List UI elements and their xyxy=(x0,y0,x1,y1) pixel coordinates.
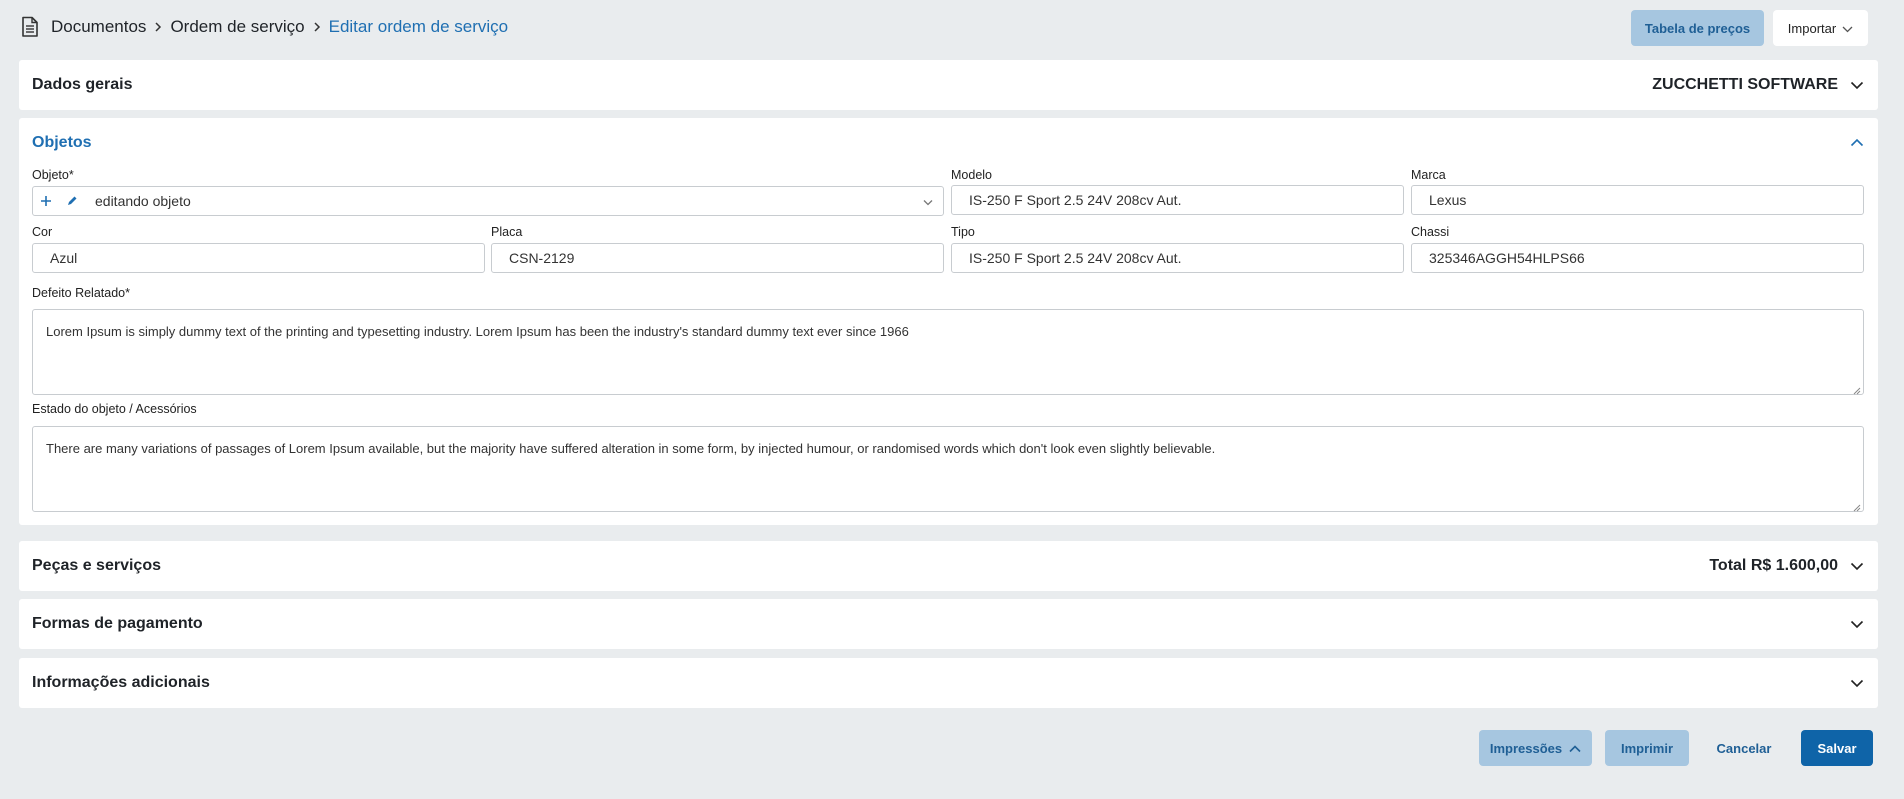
print-button[interactable]: Imprimir xyxy=(1605,730,1689,766)
placa-label: Placa xyxy=(491,225,523,239)
breadcrumb-current: Editar ordem de serviço xyxy=(328,17,509,36)
chevron-down-icon[interactable] xyxy=(1850,617,1864,631)
estado-text: There are many variations of passages of… xyxy=(46,441,1216,456)
total-value: Total R$ 1.600,00 xyxy=(1709,557,1838,574)
section-header-formas-pagamento[interactable]: Formas de pagamento xyxy=(19,599,1878,649)
cor-field[interactable]: Azul xyxy=(32,243,485,273)
tipo-field[interactable]: IS-250 F Sport 2.5 24V 208cv Aut. xyxy=(951,243,1404,273)
estado-textarea[interactable]: There are many variations of passages of… xyxy=(32,426,1864,512)
defeito-label: Defeito Relatado* xyxy=(32,286,130,300)
section-title: Informações adicionais xyxy=(32,674,210,691)
defeito-textarea[interactable]: Lorem Ipsum is simply dummy text of the … xyxy=(32,309,1864,395)
section-header-objetos[interactable]: Objetos xyxy=(19,118,1878,168)
section-header-informacoes-adicionais[interactable]: Informações adicionais xyxy=(19,658,1878,708)
company-name: ZUCCHETTI SOFTWARE xyxy=(1652,76,1838,93)
chevron-down-icon[interactable] xyxy=(1850,676,1864,690)
import-button[interactable]: Importar xyxy=(1773,10,1868,46)
marca-field[interactable]: Lexus xyxy=(1411,185,1864,215)
breadcrumb-item-documentos[interactable]: Documentos xyxy=(51,17,146,37)
plus-icon[interactable] xyxy=(33,187,59,215)
save-button[interactable]: Salvar xyxy=(1801,730,1873,766)
section-informacoes-adicionais: Informações adicionais xyxy=(19,658,1878,708)
chevron-up-icon xyxy=(1569,741,1581,756)
prints-button[interactable]: Impressões xyxy=(1479,730,1592,766)
cor-label: Cor xyxy=(32,225,53,239)
marca-label: Marca xyxy=(1411,168,1446,182)
objeto-label: Objeto* xyxy=(32,168,74,182)
section-title: Formas de pagamento xyxy=(32,615,203,632)
chevron-down-icon[interactable] xyxy=(1850,78,1864,92)
objeto-value: editando objeto xyxy=(95,193,191,209)
document-icon xyxy=(20,16,40,38)
chevron-right-icon xyxy=(153,21,163,33)
section-formas-pagamento: Formas de pagamento xyxy=(19,599,1878,649)
import-label: Importar xyxy=(1787,20,1837,36)
defeito-text: Lorem Ipsum is simply dummy text of the … xyxy=(46,324,909,339)
chassi-field[interactable]: 325346AGGH54HLPS66 xyxy=(1411,243,1864,273)
placa-field[interactable]: CSN-2129 xyxy=(491,243,944,273)
objeto-select[interactable]: editando objeto xyxy=(32,186,944,216)
section-header-dados-gerais[interactable]: Dados gerais ZUCCHETTI SOFTWARE xyxy=(19,60,1878,110)
modelo-label: Modelo xyxy=(951,168,992,182)
section-pecas-servicos: Peças e serviços Total R$ 1.600,00 xyxy=(19,541,1878,591)
section-title: Objetos xyxy=(32,134,92,151)
section-objetos: Objetos Objeto* editando objeto Modelo I… xyxy=(19,118,1878,525)
price-table-button[interactable]: Tabela de preços xyxy=(1631,10,1764,46)
prints-label: Impressões xyxy=(1489,740,1563,756)
section-header-pecas-servicos[interactable]: Peças e serviços Total R$ 1.600,00 xyxy=(19,541,1878,591)
chevron-right-icon xyxy=(312,21,322,33)
chevron-down-icon[interactable] xyxy=(1850,559,1864,573)
chassi-label: Chassi xyxy=(1411,225,1450,239)
breadcrumb-item-ordem-de-servico[interactable]: Ordem de serviço xyxy=(170,17,304,37)
section-title: Peças e serviços xyxy=(32,557,161,574)
top-bar: Documentos Ordem de serviço Editar ordem… xyxy=(0,0,1904,58)
estado-label: Estado do objeto / Acessórios xyxy=(32,402,197,416)
chevron-down-icon xyxy=(1842,21,1853,36)
breadcrumb: Documentos Ordem de serviço Editar ordem… xyxy=(20,16,508,38)
resize-handle-icon[interactable] xyxy=(1852,500,1861,512)
chevron-up-icon[interactable] xyxy=(1850,136,1864,150)
chevron-down-icon xyxy=(923,193,933,209)
pencil-icon[interactable] xyxy=(59,187,85,215)
section-title: Dados gerais xyxy=(32,76,133,93)
tipo-label: Tipo xyxy=(951,225,975,239)
cancel-button[interactable]: Cancelar xyxy=(1701,730,1787,766)
resize-handle-icon[interactable] xyxy=(1852,383,1861,395)
section-dados-gerais: Dados gerais ZUCCHETTI SOFTWARE xyxy=(19,60,1878,110)
modelo-field[interactable]: IS-250 F Sport 2.5 24V 208cv Aut. xyxy=(951,185,1404,215)
